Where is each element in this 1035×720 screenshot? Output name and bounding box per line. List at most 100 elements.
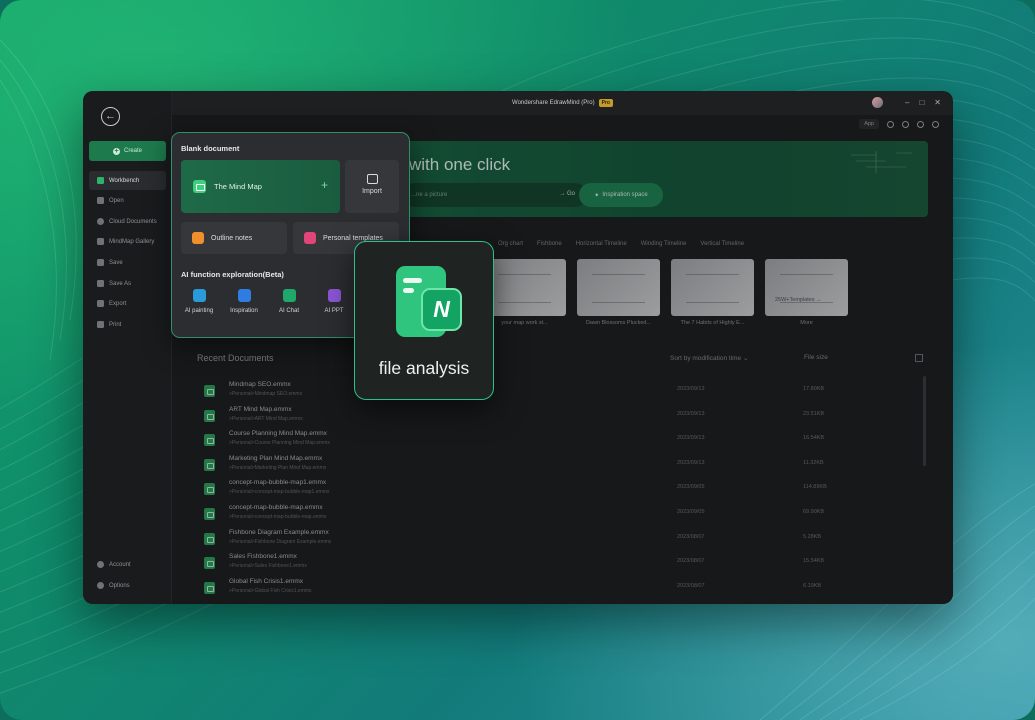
minimize-icon[interactable]: – <box>905 98 909 107</box>
workbench-icon <box>97 177 104 184</box>
inspiration-space-button[interactable]: ✦ Inspiration space <box>579 183 663 207</box>
sidebar-item-print[interactable]: Print <box>89 315 166 334</box>
mind-map-file-icon <box>204 458 215 471</box>
ai-ppt-button[interactable]: AI PPT <box>314 289 354 314</box>
bell-icon[interactable] <box>887 120 894 128</box>
avatar[interactable] <box>872 97 883 108</box>
sidebar-item-options[interactable]: Options <box>89 576 166 595</box>
mind-map-file-icon <box>204 532 215 545</box>
sidebar: ← + Create Workbench Open Cloud Document… <box>83 91 172 604</box>
close-icon[interactable]: ✕ <box>934 98 941 107</box>
sidebar-item-export[interactable]: Export <box>89 294 166 313</box>
sidebar-item-cloud-documents[interactable]: Cloud Documents <box>89 212 166 231</box>
mind-map-file-icon <box>204 581 215 594</box>
sidebar-item-open[interactable]: Open <box>89 191 166 210</box>
theme-icon[interactable] <box>932 120 939 128</box>
grid-menu-icon[interactable] <box>917 120 924 128</box>
document-row[interactable]: Global Fish Crisis1.emmx >Personal>Global… <box>201 578 841 603</box>
document-size: 11.32KB <box>803 459 824 466</box>
template-thumbnail <box>483 259 566 316</box>
template-gallery: your map work st... Dawn Blossoms Plucke… <box>483 259 848 326</box>
mind-map-file-icon <box>204 434 215 447</box>
template-caption: More <box>800 320 813 326</box>
template-card[interactable]: your map work st... <box>483 259 566 326</box>
save-as-icon <box>97 280 104 287</box>
document-date: 2023/08/07 <box>677 582 705 589</box>
template-caption: your map work st... <box>501 320 548 326</box>
inspiration-button[interactable]: Inspiration <box>224 289 264 314</box>
tab-horizontal-timeline[interactable]: Horizontal Timeline <box>576 241 627 247</box>
maximize-icon[interactable]: □ <box>919 98 924 107</box>
export-icon <box>97 300 104 307</box>
mind-map-icon <box>193 180 206 193</box>
sidebar-item-save[interactable]: Save <box>89 253 166 272</box>
template-tabs: Org chart Fishbone Horizontal Timeline W… <box>498 241 744 247</box>
create-button[interactable]: + Create <box>89 141 166 161</box>
ai-painting-icon <box>192 289 206 302</box>
document-size: 6.19KB <box>803 582 822 589</box>
document-row[interactable]: Course Planning Mind Map.emmx >Personal>C… <box>201 430 841 455</box>
banner-title: with one click <box>409 155 511 174</box>
ai-painting-button[interactable]: AI painting <box>179 289 219 314</box>
create-label: Create <box>123 148 142 154</box>
document-name: concept-map-bubble-map1.emmx <box>229 479 327 487</box>
template-card[interactable]: Dawn Blossoms Plucked... <box>577 259 660 326</box>
banner-decoration <box>851 151 912 173</box>
file-analysis-icon: N <box>396 263 464 339</box>
import-button[interactable]: Import <box>345 160 399 213</box>
ai-chat-icon <box>282 289 296 302</box>
scrollbar[interactable] <box>923 376 926 466</box>
outline-notes-button[interactable]: Outline notes <box>181 222 287 254</box>
more-templates-label: 25W+Templates → <box>775 297 822 303</box>
document-row[interactable]: Sales Fishbone1.emmx >Personal>Sales Fish… <box>201 553 841 578</box>
template-thumbnail <box>577 259 660 316</box>
app-button[interactable]: App <box>859 119 879 129</box>
document-name: Mindmap SEO.emmx <box>229 381 291 388</box>
tab-fishbone[interactable]: Fishbone <box>537 241 562 247</box>
ai-prompt-input[interactable]: ...ne a picture → Go <box>403 183 587 207</box>
document-row[interactable]: concept-map-bubble-map.emmx >Personal>con… <box>201 504 841 529</box>
document-date: 2023/08/07 <box>677 558 705 565</box>
print-icon <box>97 321 104 328</box>
ai-exploration-title: AI function exploration(Beta) <box>181 270 284 279</box>
document-date: 2023/08/07 <box>677 533 705 540</box>
document-path: >Personal>Sales Fishbone1.emmx <box>229 563 307 570</box>
document-row[interactable]: Mindmap SEO.emmx >Personal>Mindmap SEO.em… <box>201 381 841 406</box>
document-date: 2023/09/05 <box>677 508 705 515</box>
document-row[interactable]: Marketing Plan Mind Map.emmx >Personal>Ma… <box>201 455 841 480</box>
the-mind-map-button[interactable]: The Mind Map + <box>181 160 340 213</box>
outline-notes-icon <box>192 232 204 244</box>
sidebar-item-mindmap-gallery[interactable]: MindMap Gallery <box>89 232 166 251</box>
sidebar-item-workbench[interactable]: Workbench <box>89 171 166 190</box>
tab-org-chart[interactable]: Org chart <box>498 241 523 247</box>
sidebar-item-save-as[interactable]: Save As <box>89 274 166 293</box>
back-arrow-icon[interactable]: ← <box>101 107 120 126</box>
sort-dropdown[interactable]: Sort by modification time ⌄ <box>670 354 748 362</box>
document-row[interactable]: ART Mind Map.emmx >Personal>ART Mind Map.… <box>201 406 841 431</box>
template-card[interactable]: The 7 Habits of Highly E... <box>671 259 754 326</box>
gallery-icon <box>97 238 104 245</box>
plus-icon: + <box>320 178 328 192</box>
mind-map-file-icon <box>204 557 215 570</box>
document-path: >Personal>concept-map-bubble-map1.emmx <box>229 489 330 496</box>
grid-view-icon[interactable] <box>915 354 923 362</box>
cloud-icon <box>97 218 104 225</box>
document-row[interactable]: Fishbone Diagram Example.emmx >Personal>F… <box>201 529 841 554</box>
more-templates-card[interactable]: 25W+Templates → More <box>765 259 848 326</box>
tab-vertical-timeline[interactable]: Vertical Timeline <box>700 241 744 247</box>
go-button[interactable]: → Go <box>559 191 575 197</box>
pro-badge: Pro <box>598 99 613 107</box>
document-row[interactable]: concept-map-bubble-map1.emmx >Personal>co… <box>201 479 841 504</box>
plus-icon: + <box>112 147 120 155</box>
ai-ppt-icon <box>327 289 341 302</box>
help-icon[interactable] <box>902 120 909 128</box>
file-analysis-label: file analysis <box>378 358 470 378</box>
document-name: concept-map-bubble-map.emmx <box>229 503 323 511</box>
folder-icon <box>97 197 104 204</box>
sidebar-item-account[interactable]: Account <box>89 555 166 574</box>
mind-map-file-icon <box>204 409 215 422</box>
ai-chat-button[interactable]: AI Chat <box>269 289 309 314</box>
document-date: 2023/09/13 <box>677 435 705 442</box>
tab-winding-timeline[interactable]: Winding Timeline <box>641 241 687 247</box>
file-analysis-card[interactable]: N file analysis <box>354 241 494 400</box>
